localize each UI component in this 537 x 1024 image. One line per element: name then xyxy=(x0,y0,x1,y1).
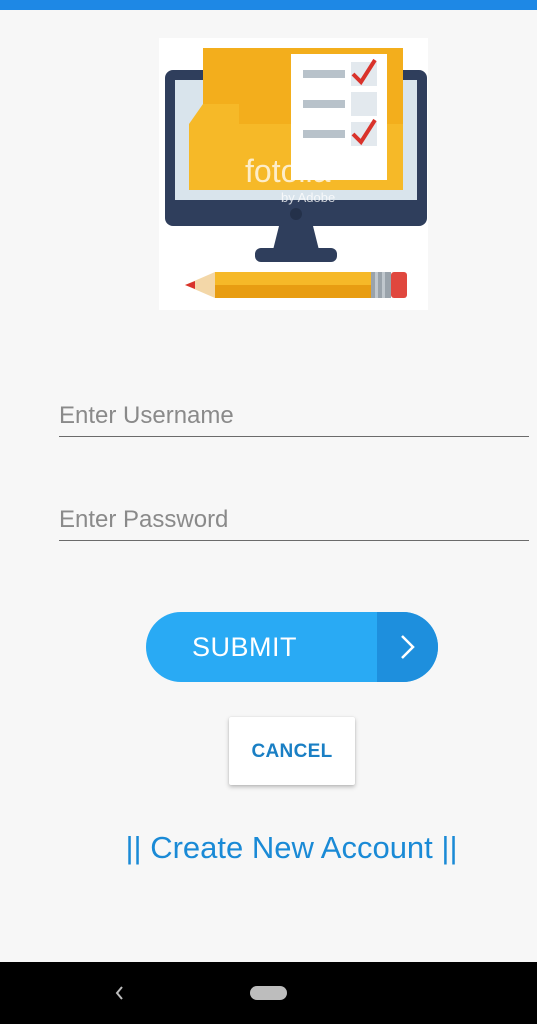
back-icon[interactable] xyxy=(110,982,130,1004)
header-illustration: fotolia by Adobe xyxy=(159,38,428,310)
username-input[interactable] xyxy=(59,402,529,430)
password-input[interactable] xyxy=(59,506,529,534)
home-pill-icon[interactable] xyxy=(250,986,287,1000)
submit-arrow-box xyxy=(377,612,438,682)
login-screen: fotolia by Adobe SUBMIT CANCEL || Create… xyxy=(0,0,537,1024)
create-account-link[interactable]: || Create New Account || xyxy=(0,830,537,866)
submit-button-label: SUBMIT xyxy=(192,632,298,662)
system-nav-bar xyxy=(0,962,537,1024)
chevron-right-icon xyxy=(401,635,415,659)
computer-checklist-icon: fotolia by Adobe xyxy=(165,48,427,298)
password-field[interactable] xyxy=(59,494,529,541)
submit-button[interactable]: SUBMIT xyxy=(146,612,438,682)
watermark-subtext: by Adobe xyxy=(281,190,335,205)
watermark-text: fotolia xyxy=(245,153,331,189)
cancel-button[interactable]: CANCEL xyxy=(229,717,355,785)
username-field[interactable] xyxy=(59,390,529,437)
status-bar xyxy=(0,0,537,10)
